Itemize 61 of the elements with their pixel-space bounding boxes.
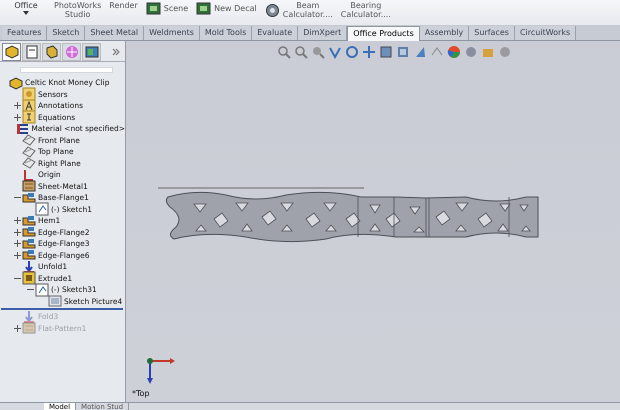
sheet-metal-icon xyxy=(22,179,36,194)
zoom-to-fit-icon[interactable] xyxy=(276,45,290,59)
origin-icon xyxy=(22,168,36,182)
property-sheet-icon xyxy=(24,44,40,60)
command-manager-tab[interactable]: Sheet Metal xyxy=(85,26,144,40)
caret-icon xyxy=(23,11,29,15)
ribbon-button[interactable]: Beam Calculator.... xyxy=(282,1,333,19)
sketch-icon xyxy=(35,282,49,297)
panel-tab[interactable] xyxy=(22,43,41,61)
command-manager-tab[interactable]: Office Products xyxy=(347,26,420,41)
command-manager-tab[interactable]: CircuitWorks xyxy=(514,26,576,40)
part-icon xyxy=(9,76,23,90)
command-manager-tab[interactable]: Surfaces xyxy=(469,26,515,40)
expand-icon[interactable] xyxy=(14,217,21,224)
command-manager-tab[interactable]: Assembly xyxy=(420,26,470,40)
expand-icon[interactable] xyxy=(14,228,21,236)
annotation-icon xyxy=(22,98,36,113)
extrude-icon xyxy=(22,271,36,286)
pan-icon[interactable] xyxy=(362,45,376,59)
panel-tab[interactable] xyxy=(82,43,101,61)
ribbon-button[interactable]: Render xyxy=(109,1,138,10)
flange-icon xyxy=(22,248,36,262)
picture-icon xyxy=(48,294,62,308)
ribbon-button[interactable]: New Decal xyxy=(214,4,257,13)
expand-icon[interactable] xyxy=(14,114,21,121)
plane-icon xyxy=(22,144,36,159)
panel-tab[interactable] xyxy=(2,43,21,61)
command-manager-tab[interactable]: Weldments xyxy=(144,26,200,40)
zoom-area-icon[interactable] xyxy=(294,45,308,59)
view-orientation-label: *Top xyxy=(132,389,150,398)
display-pane-icon xyxy=(84,44,100,60)
expand-icon[interactable] xyxy=(14,102,21,110)
flange-icon xyxy=(22,236,36,251)
part-tree-icon xyxy=(4,44,20,60)
sensor-icon xyxy=(22,87,36,102)
command-manager-tab[interactable]: DimXpert xyxy=(298,26,348,40)
ribbon-button[interactable]: PhotoWorks Studio xyxy=(54,1,102,19)
ribbon-button[interactable]: Office xyxy=(14,1,38,10)
flange-icon xyxy=(22,190,36,205)
expand-chevron-icon xyxy=(112,48,120,56)
axis-triad-icon xyxy=(146,357,176,385)
command-manager-tab[interactable]: Mold Tools xyxy=(200,26,252,40)
command-manager-tab[interactable]: Evaluate xyxy=(252,26,298,40)
flange-icon xyxy=(22,214,36,228)
plane-icon xyxy=(22,133,36,148)
ribbon-button[interactable]: Bearing Calculator.... xyxy=(340,1,391,19)
material-icon xyxy=(16,122,30,136)
expand-icon[interactable] xyxy=(14,240,21,248)
circle-icon[interactable] xyxy=(498,45,512,59)
command-manager-tab[interactable]: Features xyxy=(2,26,48,40)
expand-icon[interactable] xyxy=(14,252,21,259)
sketch-icon xyxy=(35,202,49,216)
ribbon-button[interactable]: Scene xyxy=(164,4,188,13)
filter-field[interactable] xyxy=(20,67,113,73)
configuration-icon xyxy=(44,44,60,60)
plane-icon xyxy=(22,156,36,170)
panel-tab[interactable] xyxy=(42,43,61,61)
crosshair-icon xyxy=(64,44,80,60)
equation-icon xyxy=(22,110,36,124)
flange-icon xyxy=(22,225,36,240)
command-manager-tab[interactable]: Sketch xyxy=(47,26,86,40)
